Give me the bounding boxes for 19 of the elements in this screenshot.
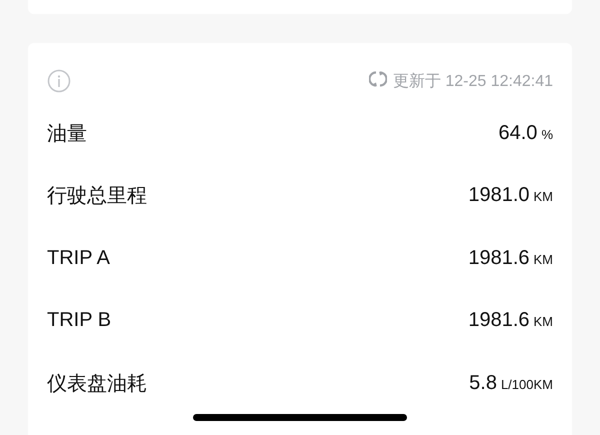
metric-label: 仪表盘油耗 — [47, 372, 147, 397]
metric-label: TRIP A — [47, 246, 110, 270]
metric-unit: % — [541, 126, 553, 142]
home-indicator[interactable] — [193, 414, 407, 421]
metric-value: 1981.6 — [468, 309, 530, 332]
metric-unit: L/100KM — [500, 376, 553, 392]
metric-label: 油量 — [47, 122, 87, 147]
metric-unit: KM — [534, 252, 553, 267]
metric-label: 行驶总里程 — [47, 184, 147, 210]
metric-value: 1981.0 — [468, 184, 530, 208]
metric-unit: KM — [534, 314, 553, 330]
info-icon[interactable] — [47, 69, 71, 93]
update-time: 更新于 12-25 12:42:41 — [392, 72, 553, 92]
metric-value: 64.0 — [498, 122, 538, 145]
metric-label: TRIP B — [47, 309, 112, 332]
metric-value: 1981.6 — [468, 246, 530, 270]
refresh-icon[interactable] — [368, 70, 387, 88]
metric-value: 5.8 — [469, 372, 497, 395]
metric-unit: KM — [534, 189, 553, 204]
